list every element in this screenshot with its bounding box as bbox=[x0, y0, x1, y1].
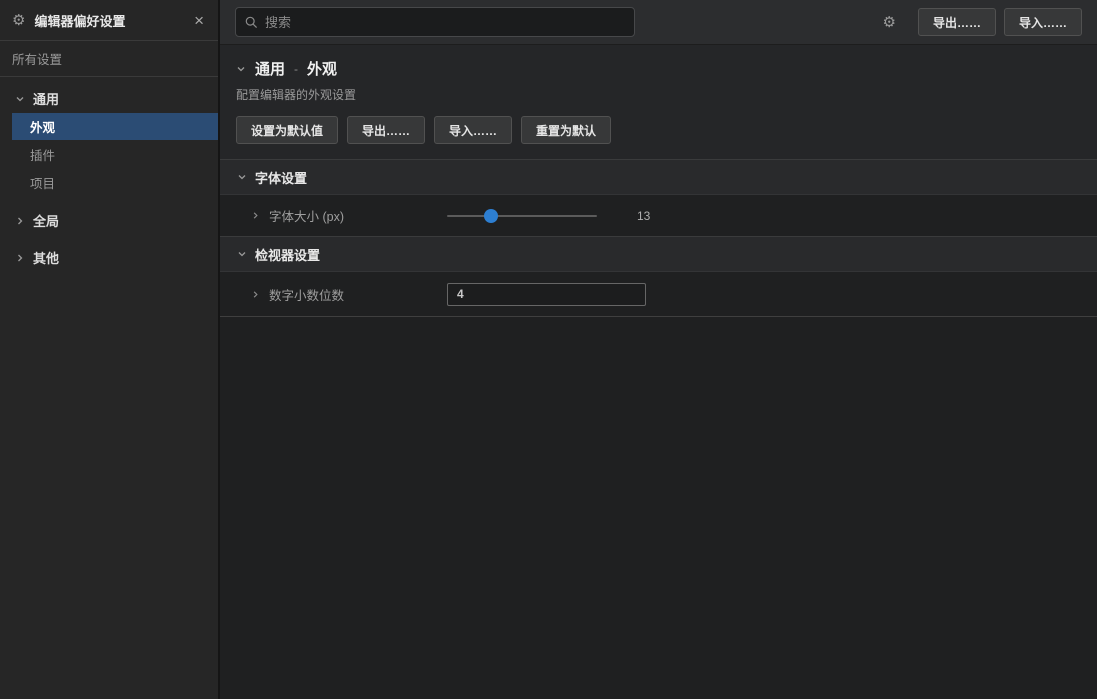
search-input[interactable] bbox=[265, 15, 625, 30]
main-panel: ⚙ 导出…… 导入…… 通用 - 外观 配置编辑器的外观设置 设置为默认值 导出… bbox=[220, 0, 1097, 699]
empty-content-area bbox=[220, 317, 1097, 699]
slider-track[interactable] bbox=[447, 215, 597, 217]
breadcrumb-separator: - bbox=[294, 62, 298, 76]
chevron-right-icon[interactable] bbox=[251, 211, 263, 220]
sidebar-item-appearance[interactable]: 外观 bbox=[12, 113, 218, 140]
chevron-right-icon[interactable] bbox=[251, 290, 263, 299]
setting-row-decimal-places: 数字小数位数 bbox=[220, 271, 1097, 317]
tree-group-global: 全局 bbox=[0, 208, 218, 233]
decimal-places-input[interactable] bbox=[447, 283, 646, 306]
chevron-right-icon bbox=[15, 216, 25, 226]
breadcrumb-group: 通用 bbox=[255, 58, 285, 79]
section-header-inspector[interactable]: 检视器设置 bbox=[220, 236, 1097, 271]
font-size-slider[interactable] bbox=[447, 209, 597, 223]
settings-tree: 通用 外观 插件 项目 全局 bbox=[0, 77, 218, 276]
reset-to-default-button[interactable]: 重置为默认 bbox=[521, 116, 611, 144]
sidebar-item-plugins[interactable]: 插件 bbox=[12, 141, 218, 168]
close-icon[interactable]: × bbox=[192, 12, 206, 29]
sidebar: ⚙ 编辑器偏好设置 × 所有设置 通用 外观 插件 项目 bbox=[0, 0, 220, 699]
search-icon bbox=[245, 16, 258, 29]
tree-group-other-row[interactable]: 其他 bbox=[0, 245, 218, 270]
section-title: 检视器设置 bbox=[255, 245, 320, 264]
sidebar-item-project[interactable]: 项目 bbox=[12, 169, 218, 196]
setting-row-font-size: 字体大小 (px) 13 bbox=[220, 194, 1097, 236]
window-title: 编辑器偏好设置 bbox=[34, 11, 183, 30]
page-title: 外观 bbox=[307, 58, 337, 79]
setting-label: 数字小数位数 bbox=[269, 285, 447, 304]
search-box[interactable] bbox=[235, 7, 635, 37]
chevron-down-icon bbox=[15, 94, 25, 104]
chevron-down-icon bbox=[237, 172, 247, 182]
chevron-down-icon bbox=[237, 249, 247, 259]
tree-group-label: 通用 bbox=[33, 89, 59, 108]
font-size-value: 13 bbox=[637, 209, 650, 223]
section-header-font[interactable]: 字体设置 bbox=[220, 159, 1097, 194]
gear-icon: ⚙ bbox=[12, 13, 25, 28]
chevron-right-icon bbox=[15, 253, 25, 263]
sidebar-titlebar: ⚙ 编辑器偏好设置 × bbox=[0, 0, 218, 41]
page-subtitle: 配置编辑器的外观设置 bbox=[236, 86, 1081, 103]
header-actions: 设置为默认值 导出…… 导入…… 重置为默认 bbox=[236, 116, 1081, 144]
tree-group-general-row[interactable]: 通用 bbox=[0, 86, 218, 111]
import-button[interactable]: 导入…… bbox=[1004, 8, 1082, 36]
tree-group-general: 通用 外观 插件 项目 bbox=[0, 86, 218, 196]
section-title: 字体设置 bbox=[255, 168, 307, 187]
set-as-default-button[interactable]: 设置为默认值 bbox=[236, 116, 338, 144]
settings-gear-icon[interactable]: ⚙ bbox=[883, 15, 896, 30]
topbar: ⚙ 导出…… 导入…… bbox=[220, 0, 1097, 45]
slider-thumb[interactable] bbox=[484, 209, 498, 223]
import-settings-button[interactable]: 导入…… bbox=[434, 116, 512, 144]
chevron-down-icon[interactable] bbox=[236, 64, 246, 74]
tree-group-other: 其他 bbox=[0, 245, 218, 270]
export-button[interactable]: 导出…… bbox=[918, 8, 996, 36]
tree-group-global-row[interactable]: 全局 bbox=[0, 208, 218, 233]
sidebar-item-all-settings[interactable]: 所有设置 bbox=[0, 41, 218, 77]
tree-group-label: 全局 bbox=[33, 211, 59, 230]
preferences-window: ⚙ 编辑器偏好设置 × 所有设置 通用 外观 插件 项目 bbox=[0, 0, 1097, 699]
tree-children-general: 外观 插件 项目 bbox=[12, 113, 218, 196]
tree-group-label: 其他 bbox=[33, 248, 59, 267]
page-header: 通用 - 外观 配置编辑器的外观设置 设置为默认值 导出…… 导入…… 重置为默… bbox=[220, 45, 1097, 159]
breadcrumb: 通用 - 外观 bbox=[236, 58, 1081, 79]
setting-label: 字体大小 (px) bbox=[269, 206, 447, 225]
export-settings-button[interactable]: 导出…… bbox=[347, 116, 425, 144]
